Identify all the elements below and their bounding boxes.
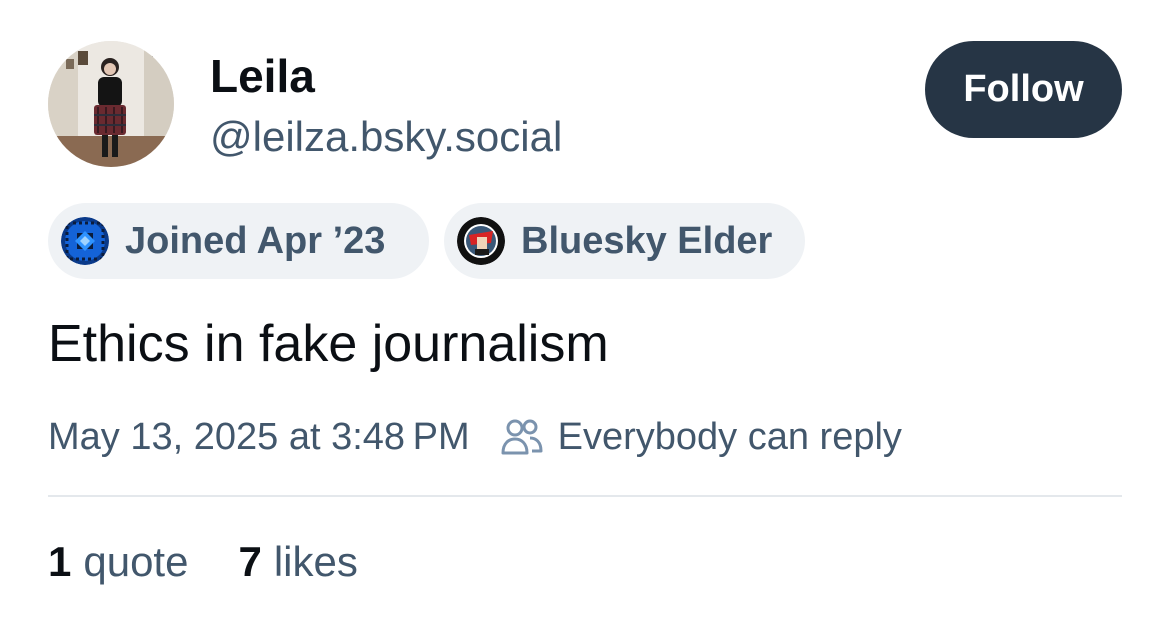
people-icon <box>500 417 544 457</box>
author-display-name[interactable]: Leila <box>210 50 315 102</box>
author-avatar[interactable] <box>48 41 174 167</box>
post-meta: May 13, 2025 at 3:48 PM Everybody can re… <box>48 413 902 461</box>
reply-setting-label[interactable]: Everybody can reply <box>558 416 902 459</box>
avatar-photo-icon <box>48 41 174 167</box>
post-timestamp[interactable]: May 13, 2025 at 3:48 PM <box>48 416 470 459</box>
author-handle[interactable]: @leilza.bsky.social <box>210 112 562 162</box>
likes-count: 7 <box>238 538 262 585</box>
post-stats: 1 quote 7 likes <box>48 536 358 588</box>
post-text: Ethics in fake journalism <box>48 315 609 373</box>
joined-date-badge[interactable]: Joined Apr ’23 <box>48 203 429 279</box>
bluesky-elder-label: Bluesky Elder <box>521 219 773 262</box>
bluesky-elder-badge-icon <box>457 217 505 265</box>
likes-stat[interactable]: 7 likes <box>238 536 357 588</box>
follow-button[interactable]: Follow <box>925 41 1122 138</box>
quotes-count: 1 <box>48 538 72 585</box>
bluesky-elder-badge[interactable]: Bluesky Elder <box>444 203 805 279</box>
join-date-badge-icon <box>61 217 109 265</box>
joined-date-label: Joined Apr ’23 <box>125 219 386 262</box>
stats-divider <box>48 495 1122 497</box>
likes-label: likes <box>273 538 358 585</box>
quotes-label: quote <box>83 538 189 585</box>
quotes-stat[interactable]: 1 quote <box>48 536 188 588</box>
